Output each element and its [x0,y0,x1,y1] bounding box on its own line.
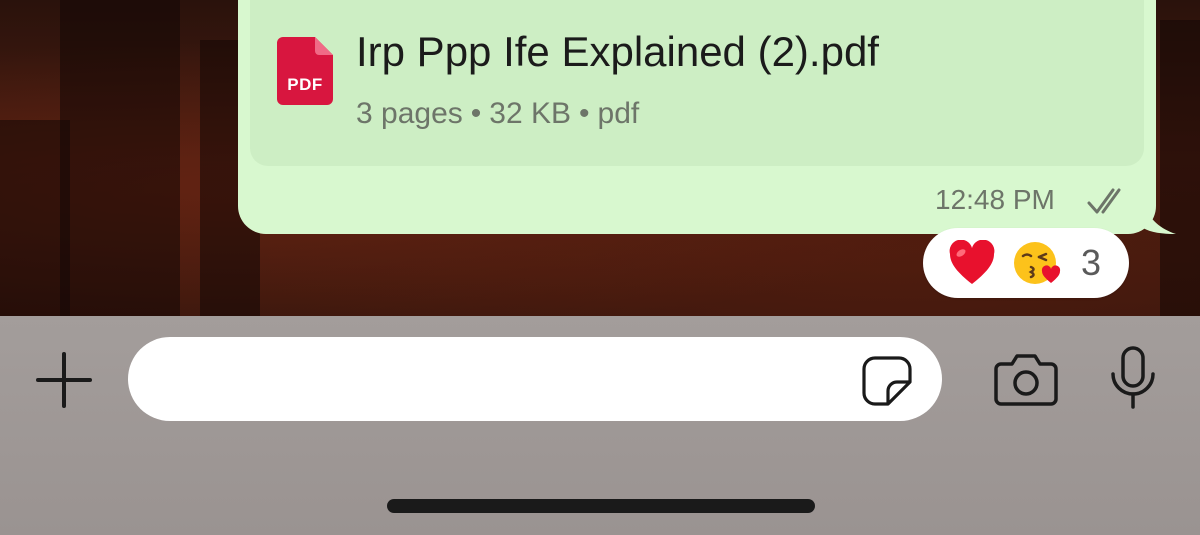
microphone-icon[interactable] [1109,346,1157,410]
document-meta: 3 pages • 32 KB • pdf [356,97,639,131]
home-indicator[interactable] [387,499,815,513]
message-timestamp: 12:48 PM [935,184,1055,215]
heart-emoji-icon [949,240,995,284]
meta-separator: • [470,97,482,130]
camera-icon[interactable] [993,352,1059,408]
sticker-icon[interactable] [861,355,913,407]
meta-separator: • [579,97,590,130]
message-text-input[interactable] [128,337,942,421]
plus-icon[interactable] [36,352,92,408]
reaction-count: 3 [1081,242,1102,283]
pdf-icon-label: PDF [287,75,323,94]
pdf-file-icon: PDF [277,37,333,105]
document-pages: 3 pages [356,97,463,130]
kissing-face-with-heart-icon [1014,242,1061,284]
document-file-name: Irp Ppp Ife Explained (2).pdf [356,28,879,75]
bubble-tail [1140,190,1176,234]
document-attachment-card[interactable] [250,0,1144,166]
reactions-pill[interactable]: 3 [923,228,1129,298]
document-size: 32 KB [489,97,572,130]
document-type: pdf [597,97,640,130]
double-check-icon [1087,188,1121,214]
